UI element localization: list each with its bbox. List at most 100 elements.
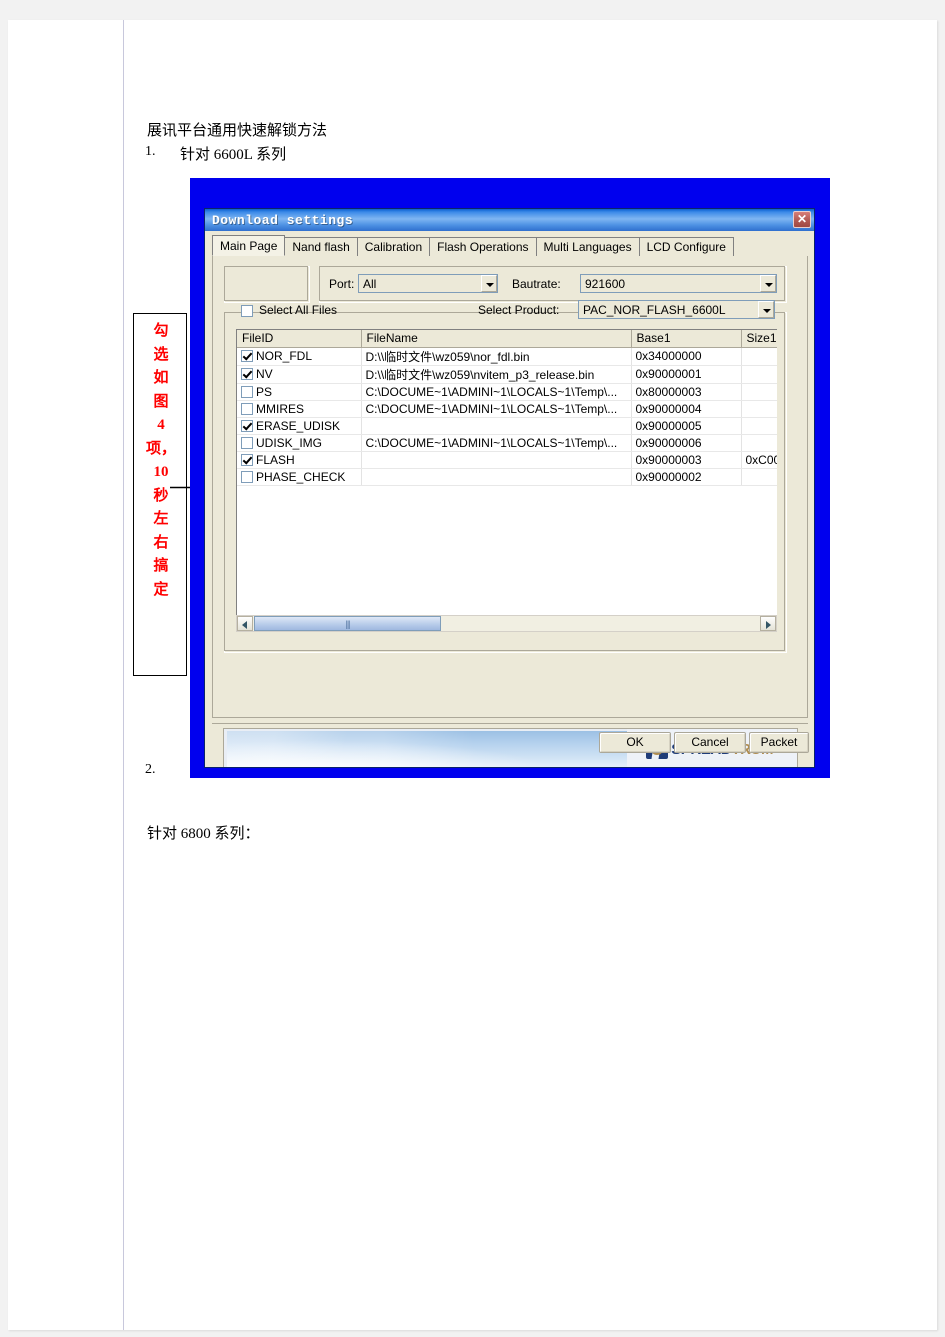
chevron-down-icon[interactable] — [758, 301, 774, 318]
dialog-title: Download settings — [212, 212, 354, 228]
fileid-text: MMIRES — [256, 401, 304, 416]
fileid-text: NOR_FDL — [256, 349, 313, 364]
table-row[interactable]: FLASH 0x900000030xC000 — [237, 451, 777, 469]
table-row[interactable]: ERASE_UDISK 0x90000005 — [237, 417, 777, 435]
download-settings-dialog: Download settings Main Page Nand flash C… — [204, 208, 815, 768]
annotation-char: 左 — [153, 511, 169, 527]
cell-size1 — [741, 347, 777, 366]
annotation-char: 搞 — [153, 558, 169, 574]
baudrate-select[interactable]: 921600 — [580, 274, 777, 293]
cell-size1 — [741, 400, 777, 418]
cell-fileid: NOR_FDL — [237, 347, 362, 366]
baudrate-label: Bautrate: — [512, 277, 561, 291]
row-checkbox[interactable] — [241, 436, 253, 449]
cell-size1: 0xC000 — [741, 451, 777, 469]
tab-flash-operations[interactable]: Flash Operations — [429, 237, 537, 256]
cell-filename — [361, 468, 632, 486]
table-row[interactable]: NV D:\\临时文件\wz059\nvitem_p3_release.bin 0x… — [237, 365, 777, 384]
scroll-left-icon[interactable] — [237, 616, 253, 631]
annotation-cell: 勾选如图 4 项， 10 秒左右搞定 — [133, 313, 187, 676]
column-header-base1[interactable]: Base1 — [631, 330, 742, 348]
document-page: 展讯平台通用快速解锁方法 1. 针对 6600L 系列 勾选如图 4 项， 10 秒左右… — [8, 20, 937, 1330]
cell-base1: 0x90000002 — [631, 468, 742, 486]
doc-table-border-left — [123, 20, 124, 1330]
cell-fileid: MMIRES — [237, 400, 362, 418]
tab-page-main: Port: All Bautrate: 921600 Select All Fi… — [212, 256, 808, 718]
cell-base1: 0x80000003 — [631, 383, 742, 401]
fileid-text: FLASH — [256, 452, 295, 467]
cell-filename — [361, 417, 632, 435]
column-header-fileid[interactable]: FileID — [237, 330, 362, 348]
scroll-right-icon[interactable] — [760, 616, 776, 631]
fileid-text: NV — [256, 367, 273, 382]
tab-bar: Main Page Nand flash Calibration Flash O… — [212, 235, 808, 257]
cell-base1: 0x90000003 — [631, 451, 742, 469]
cell-base1: 0x90000004 — [631, 400, 742, 418]
table-row[interactable]: PS C:\DOCUME~1\ADMINI~1\LOCALS~1\Temp\...… — [237, 383, 777, 401]
row-checkbox[interactable] — [241, 470, 253, 483]
files-groupbox: Select All Files Select Product: PAC_NOR… — [224, 300, 787, 653]
tab-multi-languages[interactable]: Multi Languages — [535, 237, 640, 256]
horizontal-scrollbar[interactable] — [236, 615, 777, 632]
tab-calibration[interactable]: Calibration — [356, 237, 431, 256]
page-title: 展讯平台通用快速解锁方法 — [147, 123, 328, 139]
fileid-text: ERASE_UDISK — [256, 418, 341, 433]
cell-size1 — [741, 417, 777, 435]
fileid-text: UDISK_IMG — [256, 435, 323, 450]
chevron-down-icon[interactable] — [481, 275, 497, 292]
annotation-char: 右 — [153, 534, 169, 551]
tab-nand-flash[interactable]: Nand flash — [284, 237, 358, 256]
row-checkbox[interactable] — [241, 402, 253, 415]
table-row[interactable]: MMIRES C:\DOCUME~1\ADMINI~1\LOCALS~1\Temp… — [237, 400, 777, 418]
fileid-text: PHASE_CHECK — [256, 469, 346, 484]
tab-main-page[interactable]: Main Page — [212, 235, 286, 256]
tab-lcd-configure[interactable]: LCD Configure — [638, 237, 734, 256]
list-item-1-text: 针对 6600L 系列 — [180, 147, 287, 163]
chevron-down-icon[interactable] — [760, 275, 776, 292]
cell-fileid: FLASH — [237, 451, 362, 469]
dialog-titlebar: Download settings — [205, 209, 814, 231]
select-product-select[interactable]: PAC_NOR_FLASH_6600L — [578, 300, 775, 319]
file-table: FileID FileName Base1 Size1 NOR_FDL D:\\临… — [237, 330, 777, 486]
ok-button[interactable]: OK — [599, 732, 671, 753]
cell-filename: C:\DOCUME~1\ADMINI~1\LOCALS~1\Temp\... — [361, 400, 632, 418]
annotation-char: 4 — [157, 417, 165, 433]
row-checkbox[interactable] — [241, 368, 253, 381]
empty-groupbox — [224, 266, 310, 303]
scrollbar-track[interactable] — [441, 616, 760, 631]
port-select[interactable]: All — [358, 274, 498, 293]
table-row[interactable]: PHASE_CHECK 0x90000002 — [237, 468, 777, 486]
annotation-text: 勾选如图 4 项， 10 秒左右搞定 — [134, 320, 188, 602]
cell-base1: 0x90000006 — [631, 434, 742, 452]
row-checkbox[interactable] — [241, 350, 253, 363]
row-checkbox[interactable] — [241, 385, 253, 398]
packet-button[interactable]: Packet — [749, 732, 809, 753]
cell-filename: C:\DOCUME~1\ADMINI~1\LOCALS~1\Temp\... — [361, 434, 632, 452]
cell-fileid: ERASE_UDISK — [237, 417, 362, 435]
column-header-size1[interactable]: Size1 — [741, 330, 777, 348]
list-number-1: 1. — [145, 144, 156, 159]
row-checkbox[interactable] — [241, 419, 253, 432]
column-header-filename[interactable]: FileName — [361, 330, 632, 348]
cell-fileid: PS — [237, 383, 362, 401]
annotation-char: 如 — [153, 370, 169, 386]
baudrate-value: 921600 — [585, 276, 626, 291]
annotation-char: 勾 — [153, 323, 169, 339]
cell-fileid: NV — [237, 365, 362, 384]
cell-filename: C:\DOCUME~1\ADMINI~1\LOCALS~1\Temp\... — [361, 383, 632, 401]
row-checkbox[interactable] — [241, 453, 253, 466]
port-groupbox: Port: All Bautrate: 921600 — [319, 266, 787, 303]
sky-image — [227, 731, 627, 767]
annotation-char: 图 — [153, 393, 169, 410]
table-row[interactable]: NOR_FDL D:\\临时文件\wz059\nor_fdl.bin 0x34000… — [237, 347, 777, 366]
cell-base1: 0x90000005 — [631, 417, 742, 435]
cancel-button[interactable]: Cancel — [674, 732, 746, 753]
list-number-2: 2. — [145, 762, 156, 777]
close-icon[interactable] — [793, 211, 811, 228]
select-all-files-checkbox[interactable] — [241, 305, 253, 317]
cell-filename: D:\\临时文件\wz059\nvitem_p3_release.bin — [361, 365, 632, 384]
cell-base1: 0x34000000 — [631, 347, 742, 366]
scrollbar-thumb[interactable] — [254, 616, 441, 631]
table-row[interactable]: UDISK_IMG C:\DOCUME~1\ADMINI~1\LOCALS~1\T… — [237, 434, 777, 452]
file-list[interactable]: FileID FileName Base1 Size1 NOR_FDL D:\\临… — [236, 329, 777, 615]
